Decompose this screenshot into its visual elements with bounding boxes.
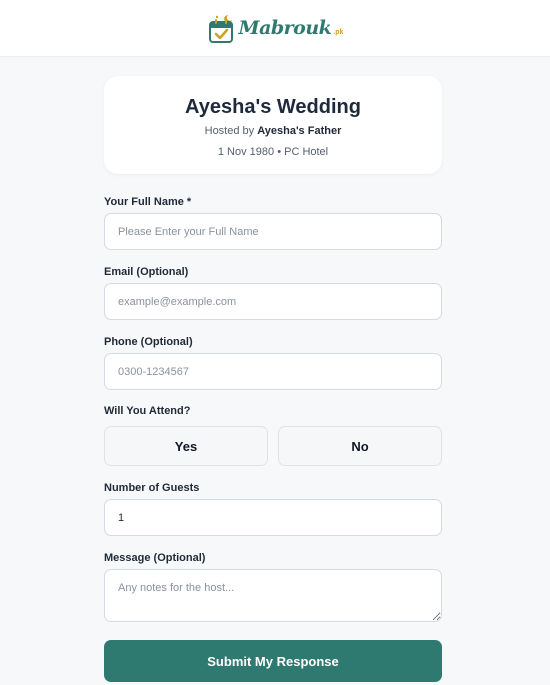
submit-button[interactable]: Submit My Response	[104, 640, 442, 682]
message-label: Message (Optional)	[104, 552, 206, 564]
attend-no-button[interactable]: No	[278, 426, 442, 466]
guests-input[interactable]	[104, 499, 442, 536]
hosted-prefix: Hosted by	[204, 125, 258, 137]
event-card: Ayesha's Wedding Hosted by Ayesha's Fath…	[104, 76, 442, 174]
site-header: Mabrouk .pk	[0, 0, 550, 57]
event-title: Ayesha's Wedding	[185, 96, 361, 118]
email-label: Email (Optional)	[104, 266, 189, 278]
event-meta: 1 Nov 1980 • PC Hotel	[217, 146, 329, 158]
full-name-input[interactable]	[104, 213, 442, 250]
guests-label: Number of Guests	[104, 482, 200, 494]
phone-input[interactable]	[104, 353, 442, 390]
attend-label: Will You Attend?	[104, 405, 191, 417]
attend-yes-button[interactable]: Yes	[104, 426, 268, 466]
event-host: Hosted by Ayesha's Father	[104, 124, 442, 138]
name-label: Your Full Name *	[104, 196, 192, 208]
logo-tld: .pk	[333, 28, 344, 36]
logo-text: Mabrouk	[238, 17, 332, 39]
phone-label: Phone (Optional)	[104, 336, 193, 348]
email-input[interactable]	[104, 283, 442, 320]
brand-logo[interactable]: Mabrouk .pk	[207, 11, 344, 45]
host-name: Ayesha's Father	[257, 125, 342, 137]
calendar-check-icon	[207, 11, 237, 45]
message-textarea[interactable]	[104, 569, 442, 622]
